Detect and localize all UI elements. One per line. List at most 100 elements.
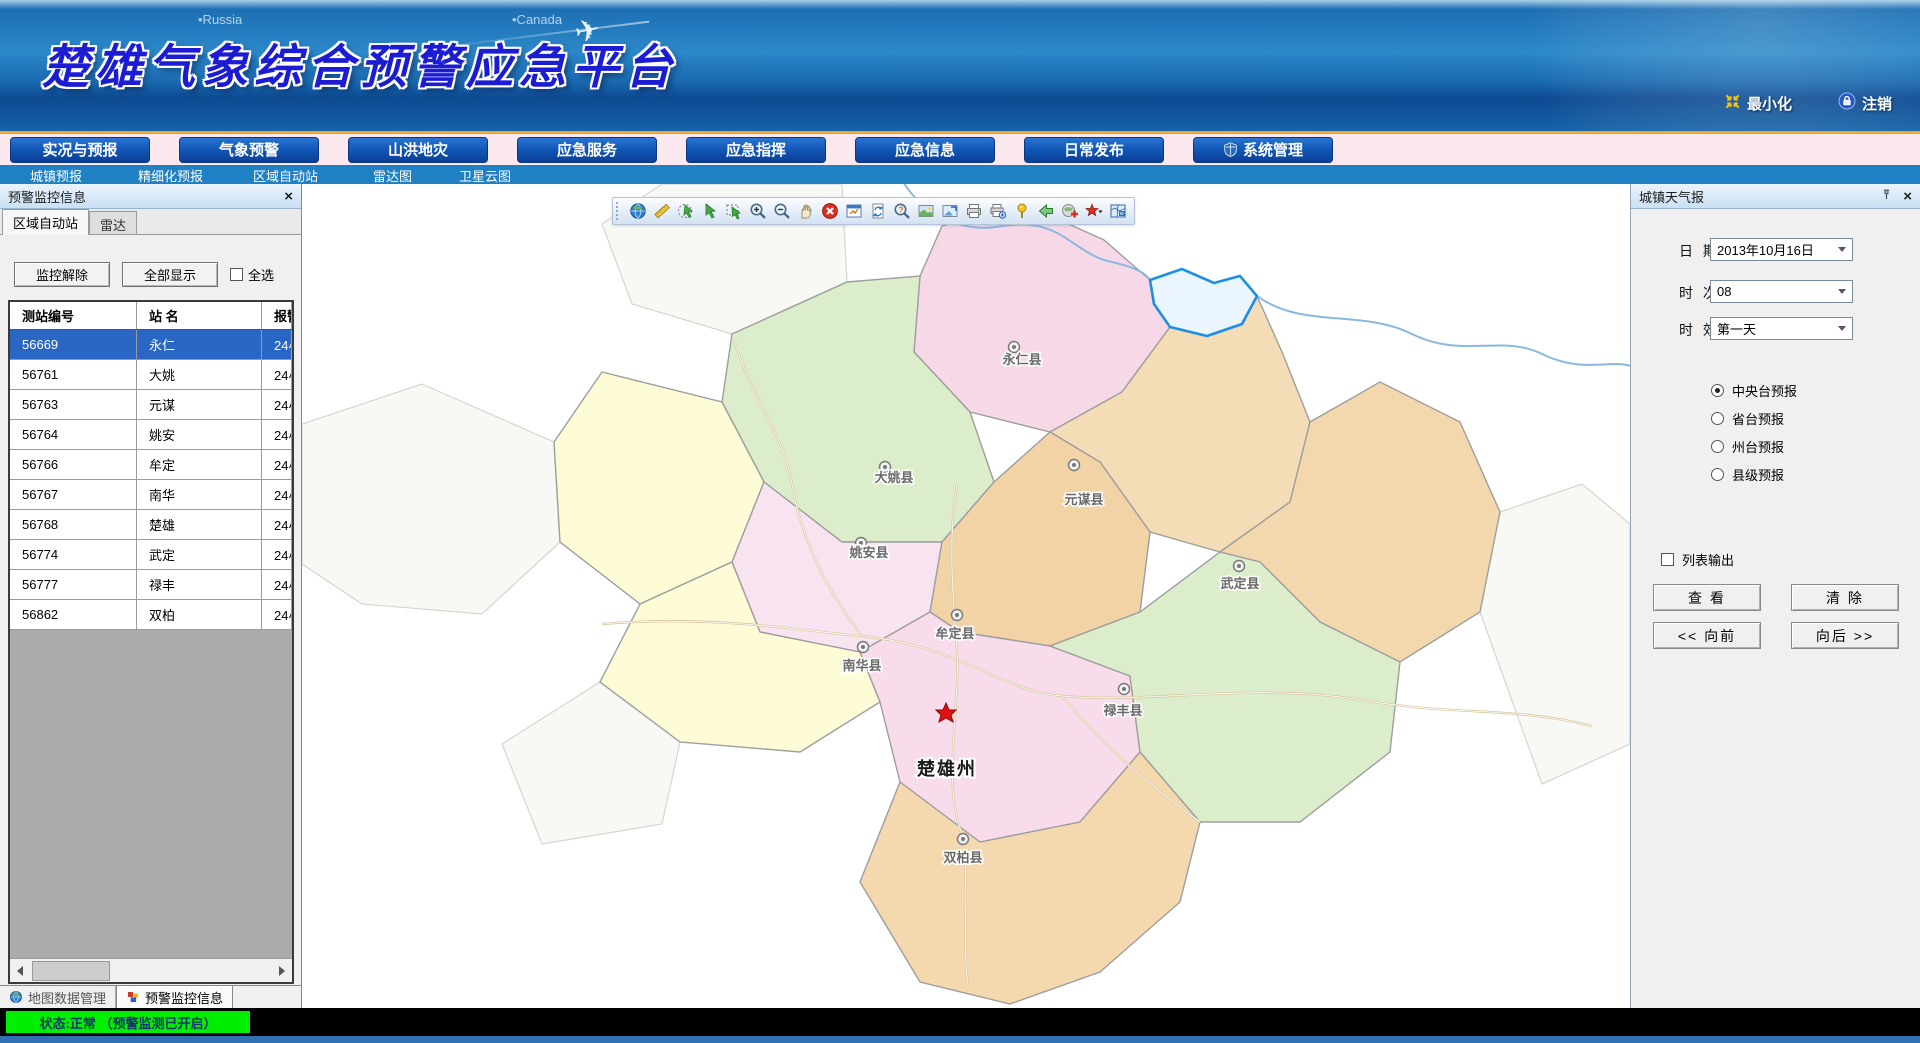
radio-县级预报[interactable]: 县级预报 [1711, 465, 1784, 484]
panel-tab-区域自动站[interactable]: 区域自动站 [2, 209, 89, 235]
image-icon[interactable] [915, 201, 936, 222]
map-canvas[interactable]: 永仁县元谋县大姚县姚安县武定县牟定县南华县禄丰县双柏县楚雄州 ? [302, 184, 1630, 1008]
select-period[interactable]: 第一天 [1710, 317, 1853, 340]
close-icon[interactable]: × [1903, 189, 1912, 204]
panel-tab-雷达[interactable]: 雷达 [89, 211, 137, 234]
marker-icon[interactable] [1011, 201, 1032, 222]
minimize-button[interactable]: 最小化 [1724, 93, 1792, 115]
media-icon[interactable] [939, 201, 960, 222]
close-icon[interactable]: × [284, 189, 293, 204]
back-icon[interactable] [1035, 201, 1056, 222]
table-cell: 24小时 [262, 600, 292, 629]
select-value: 第一天 [1717, 319, 1756, 338]
print-preview-icon[interactable] [987, 201, 1008, 222]
clear-button[interactable]: 清 除 [1791, 584, 1899, 611]
subnav-item-1[interactable]: 城镇预报 [30, 166, 82, 185]
subnav-item-3[interactable]: 区域自动站 [253, 166, 318, 185]
table-row[interactable]: 56669永仁24小时 [10, 330, 292, 360]
nav-tab-8[interactable]: 系统管理 [1193, 137, 1333, 163]
table-cell: 56774 [10, 540, 137, 569]
overview-map-icon[interactable] [1107, 201, 1128, 222]
county-label: 双柏县 [943, 850, 982, 865]
chart-window-icon[interactable] [843, 201, 864, 222]
select-all-checkbox[interactable]: 全选 [230, 265, 274, 284]
scrollbar-thumb[interactable] [32, 961, 110, 981]
pan-icon[interactable] [795, 201, 816, 222]
table-row[interactable]: 56764姚安24小时 [10, 420, 292, 450]
stop-icon[interactable] [819, 201, 840, 222]
star-dropdown-icon[interactable] [1083, 201, 1104, 222]
nav-tab-label: 应急指挥 [726, 139, 786, 160]
table-row[interactable]: 56763元谋24小时 [10, 390, 292, 420]
identify-icon[interactable]: ? [891, 201, 912, 222]
select-arrow-icon[interactable] [699, 201, 720, 222]
subnav-item-5[interactable]: 卫星云图 [459, 166, 511, 185]
monitor-release-button[interactable]: 监控解除 [14, 262, 110, 287]
nav-tab-1[interactable]: 实况与预报 [10, 137, 150, 163]
nav-tab-3[interactable]: 山洪地灾 [348, 137, 488, 163]
table-empty-area [10, 630, 292, 958]
nav-tab-4[interactable]: 应急服务 [517, 137, 657, 163]
print-icon[interactable] [963, 201, 984, 222]
select-date[interactable]: 2013年10月16日 [1710, 238, 1853, 261]
bottom-tab-地图数据管理[interactable]: 地图数据管理 [0, 986, 116, 1008]
subnav-item-2[interactable]: 精细化预报 [138, 166, 203, 185]
chevron-down-icon [1838, 326, 1846, 331]
refresh-icon[interactable] [867, 201, 888, 222]
table-row[interactable]: 56761大姚24小时 [10, 360, 292, 390]
station-table: 测站编号站 名报警 56669永仁24小时56761大姚24小时56763元谋2… [8, 300, 294, 984]
town-marker [1009, 342, 1020, 353]
district-map[interactable]: 永仁县元谋县大姚县姚安县武定县牟定县南华县禄丰县双柏县楚雄州 [302, 184, 1630, 1008]
scroll-right-arrow[interactable] [272, 959, 292, 982]
view-button[interactable]: 查 看 [1653, 584, 1761, 611]
nav-tab-5[interactable]: 应急指挥 [686, 137, 826, 163]
table-row[interactable]: 56774武定24小时 [10, 540, 292, 570]
table-row[interactable]: 56777禄丰24小时 [10, 570, 292, 600]
list-output-checkbox[interactable]: 列表输出 [1661, 550, 1734, 569]
radio-省台预报[interactable]: 省台预报 [1711, 409, 1784, 428]
nav-tab-6[interactable]: 应急信息 [855, 137, 995, 163]
table-cell: 元谋 [137, 390, 262, 419]
table-cell: 56669 [10, 330, 137, 359]
county-label: 永仁县 [1001, 352, 1041, 367]
nav-tab-label: 山洪地灾 [388, 139, 448, 160]
window-bottom-edge [0, 1036, 1920, 1043]
column-header[interactable]: 报警 [262, 302, 292, 329]
county-label: 牟定县 [935, 626, 974, 641]
radio-州台预报[interactable]: 州台预报 [1711, 437, 1784, 456]
subnav-item-4[interactable]: 雷达图 [373, 166, 412, 185]
add-layer-icon[interactable] [1059, 201, 1080, 222]
radio-中央台预报[interactable]: 中央台预报 [1711, 381, 1797, 400]
measure-icon[interactable] [651, 201, 672, 222]
select-hour[interactable]: 08 [1710, 280, 1853, 303]
table-row[interactable]: 56862双柏24小时 [10, 600, 292, 630]
toolbar-grip[interactable] [616, 202, 621, 220]
logout-button[interactable]: 注销 [1838, 92, 1892, 115]
horizontal-scrollbar[interactable] [10, 958, 292, 982]
next-button[interactable]: 向后 >> [1791, 622, 1899, 649]
zoom-out-icon[interactable] [771, 201, 792, 222]
globe-icon[interactable] [627, 201, 648, 222]
show-all-button[interactable]: 全部显示 [122, 262, 218, 287]
table-row[interactable]: 56766牟定24小时 [10, 450, 292, 480]
page-title: 楚雄气象综合预警应急平台 [42, 28, 678, 97]
column-header[interactable]: 测站编号 [10, 302, 137, 329]
select-circle-icon[interactable] [675, 201, 696, 222]
table-row[interactable]: 56768楚雄24小时 [10, 510, 292, 540]
zoom-in-icon[interactable] [747, 201, 768, 222]
bottom-tab-预警监控信息[interactable]: 预警监控信息 [116, 986, 233, 1008]
warning-monitor-panel: 预警监控信息 × 区域自动站雷达 监控解除 全部显示 全选 测站编号站 名报警 … [0, 184, 302, 1008]
right-panel-title: 城镇天气报 [1639, 187, 1704, 206]
table-row[interactable]: 56767南华24小时 [10, 480, 292, 510]
scroll-left-arrow[interactable] [10, 959, 30, 982]
left-bottom-tabs: 地图数据管理预警监控信息 [0, 985, 301, 1008]
pin-icon[interactable] [1880, 188, 1893, 204]
radio-icon [1711, 412, 1724, 425]
nav-tab-7[interactable]: 日常发布 [1024, 137, 1164, 163]
column-header[interactable]: 站 名 [137, 302, 262, 329]
neighbor-region [302, 384, 560, 614]
select-value: 08 [1717, 284, 1731, 299]
prev-button[interactable]: << 向前 [1653, 622, 1761, 649]
select-polygon-icon[interactable] [723, 201, 744, 222]
nav-tab-2[interactable]: 气象预警 [179, 137, 319, 163]
